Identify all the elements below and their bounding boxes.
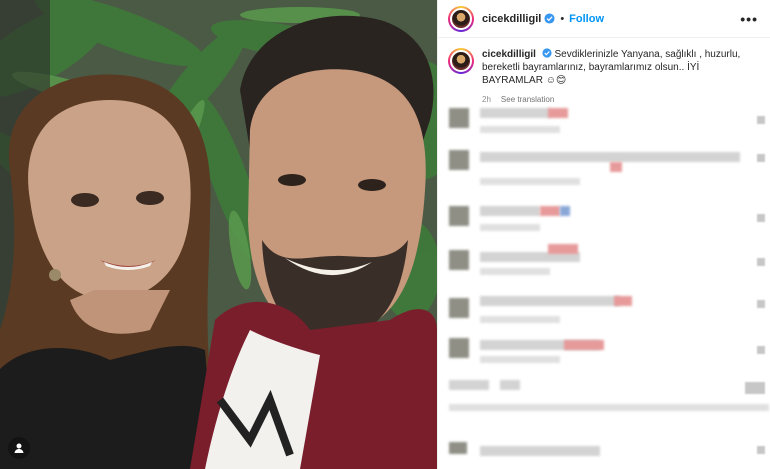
author-avatar[interactable] <box>448 5 474 32</box>
user-tag-icon <box>14 443 24 453</box>
comment-item <box>438 428 770 468</box>
comment-item <box>438 334 770 374</box>
post-side-panel: cicekdilligil • Follow ••• cicekdilligil… <box>437 0 770 469</box>
verified-badge-icon <box>544 13 555 24</box>
caption-author-avatar[interactable] <box>448 48 474 74</box>
more-options-icon[interactable]: ••• <box>740 11 758 27</box>
follow-button[interactable]: Follow <box>569 13 604 25</box>
post-photo-illustration <box>0 0 437 469</box>
comment-item <box>438 146 770 186</box>
author-username[interactable]: cicekdilligil <box>482 13 541 25</box>
comment-item <box>438 292 770 332</box>
caption-author-username[interactable]: cicekdilligil <box>482 49 536 60</box>
header-separator: • <box>560 12 565 25</box>
user-tag-button[interactable] <box>8 437 30 459</box>
comment-item <box>438 376 770 416</box>
post-caption: cicekdilligil Sevdiklerinizle Yanyana, s… <box>438 38 770 106</box>
verified-badge-icon <box>542 48 552 58</box>
comment-item <box>438 244 770 284</box>
post-header: cicekdilligil • Follow ••• <box>438 0 770 38</box>
comment-item <box>438 102 770 142</box>
comment-item <box>438 200 770 240</box>
post-photo[interactable] <box>0 0 437 469</box>
